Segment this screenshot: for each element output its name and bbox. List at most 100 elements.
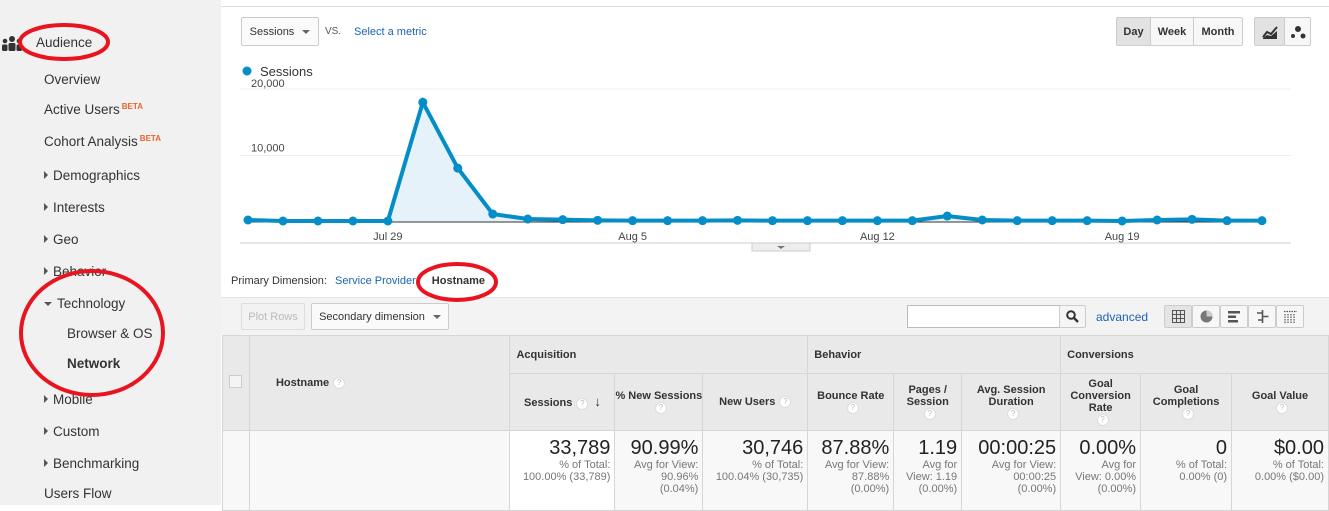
help-icon[interactable]: ? — [333, 377, 346, 390]
sidebar-item-overview[interactable]: Overview — [44, 72, 100, 87]
sidebar-item-custom[interactable]: Custom — [44, 424, 100, 439]
sidebar-item-technology[interactable]: Technology — [44, 296, 125, 311]
sidebar-item-mobile[interactable]: Mobile — [44, 392, 93, 407]
y-tick-label: 20,000 — [251, 78, 285, 90]
sidebar-section-audience[interactable]: Audience — [36, 35, 92, 50]
audience-icon — [2, 35, 22, 51]
column-header[interactable]: Goal Value? — [1231, 373, 1329, 431]
label: Custom — [53, 424, 100, 439]
select-all-cell — [222, 335, 250, 431]
select-all-checkbox[interactable] — [229, 375, 243, 388]
search-button[interactable] — [1059, 305, 1086, 328]
pie-chart-icon — [1200, 310, 1212, 323]
total-value: 90.99% — [630, 437, 699, 459]
y-tick-label: 10,000 — [251, 143, 285, 155]
data-point — [1152, 215, 1162, 225]
sidebar-item-behavior[interactable]: Behavior — [44, 264, 106, 279]
total-value: 1.19 — [918, 437, 958, 459]
label: Network — [67, 356, 121, 371]
total-comparison: 90.96% — [661, 471, 699, 483]
view-bar-button[interactable] — [1220, 305, 1248, 328]
label: Cohort Analysis — [44, 134, 138, 149]
view-comparison-button[interactable] — [1248, 305, 1276, 328]
total-comparison: (0.00%) — [850, 483, 890, 495]
group-acquisition: Acquisition — [509, 335, 809, 374]
beta-badge: BETA — [121, 102, 143, 111]
dimension-service-provider[interactable]: Service Provider — [335, 275, 416, 287]
data-point — [977, 215, 987, 225]
sort-desc-icon[interactable]: ↓ — [594, 394, 601, 409]
help-icon[interactable]: ? — [576, 397, 589, 410]
comparison-icon — [1256, 310, 1268, 323]
data-point — [418, 97, 428, 107]
view-pie-button[interactable] — [1192, 305, 1220, 328]
help-icon[interactable]: ? — [923, 408, 936, 421]
total-value: $0.00 — [1273, 437, 1324, 459]
data-point — [1222, 216, 1232, 226]
total-comparison: (0.04%) — [659, 483, 699, 495]
help-icon[interactable]: ? — [846, 402, 859, 415]
column-header[interactable]: Goal Conversion Rate? — [1060, 373, 1142, 431]
legend-marker — [242, 66, 252, 76]
label: Behavior — [53, 264, 107, 279]
data-point — [1257, 216, 1267, 226]
expand-icon — [44, 171, 48, 179]
label: Goal Conversion Rate — [1070, 377, 1131, 414]
primary-dimension: Primary Dimension: Service Provider Host… — [231, 275, 485, 287]
total-cell: 0.00% Avg for View: 0.00% (0.00%) — [1060, 430, 1142, 511]
data-point — [837, 216, 847, 226]
dimension-hostname[interactable]: Hostname — [432, 275, 485, 287]
sidebar-item-users-flow[interactable]: Users Flow — [44, 486, 112, 501]
data-point — [1117, 216, 1127, 226]
advanced-link[interactable]: advanced — [1096, 310, 1148, 324]
column-header[interactable]: Goal Completions? — [1140, 373, 1233, 431]
label: Sessions — [524, 397, 573, 410]
data-point — [278, 216, 288, 226]
label: Goal Value — [1251, 389, 1309, 402]
sidebar-item-interests[interactable]: Interests — [44, 200, 105, 215]
column-header[interactable]: Pages / Session? — [893, 373, 963, 431]
data-point — [348, 216, 358, 226]
help-icon[interactable]: ? — [779, 396, 792, 409]
expand-icon — [44, 235, 48, 243]
sidebar-item-browser-os[interactable]: Browser & OS — [67, 326, 153, 341]
plot-rows-button[interactable]: Plot Rows — [241, 303, 305, 330]
sidebar-item-benchmarking[interactable]: Benchmarking — [44, 456, 139, 471]
column-header[interactable]: New Users? — [702, 373, 809, 431]
sidebar-item-active-users[interactable]: Active Users BETA — [44, 102, 143, 117]
view-table-button[interactable] — [1164, 305, 1192, 328]
data-point — [907, 216, 917, 226]
label: Overview — [44, 72, 101, 87]
column-header[interactable]: Avg. Session Duration? — [961, 373, 1062, 431]
label: Hostname — [275, 376, 330, 389]
view-pivot-button[interactable] — [1276, 305, 1304, 328]
data-point — [523, 214, 533, 224]
sidebar-item-demographics[interactable]: Demographics — [44, 168, 140, 183]
group-behavior: Behavior — [807, 335, 1062, 374]
sidebar-item-network[interactable]: Network — [67, 356, 120, 371]
help-icon[interactable]: ? — [1096, 414, 1109, 427]
table-search-input[interactable] — [907, 305, 1060, 328]
column-header[interactable]: Sessions? ↓ — [509, 373, 616, 431]
secondary-dimension-select[interactable]: Secondary dimension — [311, 303, 449, 330]
data-point — [802, 216, 812, 226]
total-cell: 90.99% Avg for View: 90.96% (0.04%) — [614, 430, 704, 511]
hostname-column-header[interactable]: Hostname? — [248, 335, 511, 431]
label: Users Flow — [44, 486, 112, 501]
data-point — [383, 216, 393, 226]
total-comparison: View: 1.19 — [906, 471, 958, 483]
help-icon[interactable]: ? — [654, 402, 667, 415]
total-value: 00:00:25 — [978, 437, 1057, 459]
x-tick-label: Jul 29 — [373, 231, 402, 243]
sidebar-item-cohort-analysis[interactable]: Cohort Analysis BETA — [44, 134, 161, 149]
help-icon[interactable]: ? — [1182, 408, 1195, 421]
label: Bounce Rate — [817, 389, 885, 402]
data-point — [1082, 216, 1092, 226]
total-comparison: Avg for View: — [824, 459, 890, 471]
column-header[interactable]: Bounce Rate? — [807, 373, 895, 431]
data-point — [733, 215, 743, 225]
help-icon[interactable]: ? — [1276, 402, 1289, 415]
column-header[interactable]: % New Sessions? — [614, 373, 704, 431]
help-icon[interactable]: ? — [1007, 408, 1020, 421]
sidebar-item-geo[interactable]: Geo — [44, 232, 79, 247]
